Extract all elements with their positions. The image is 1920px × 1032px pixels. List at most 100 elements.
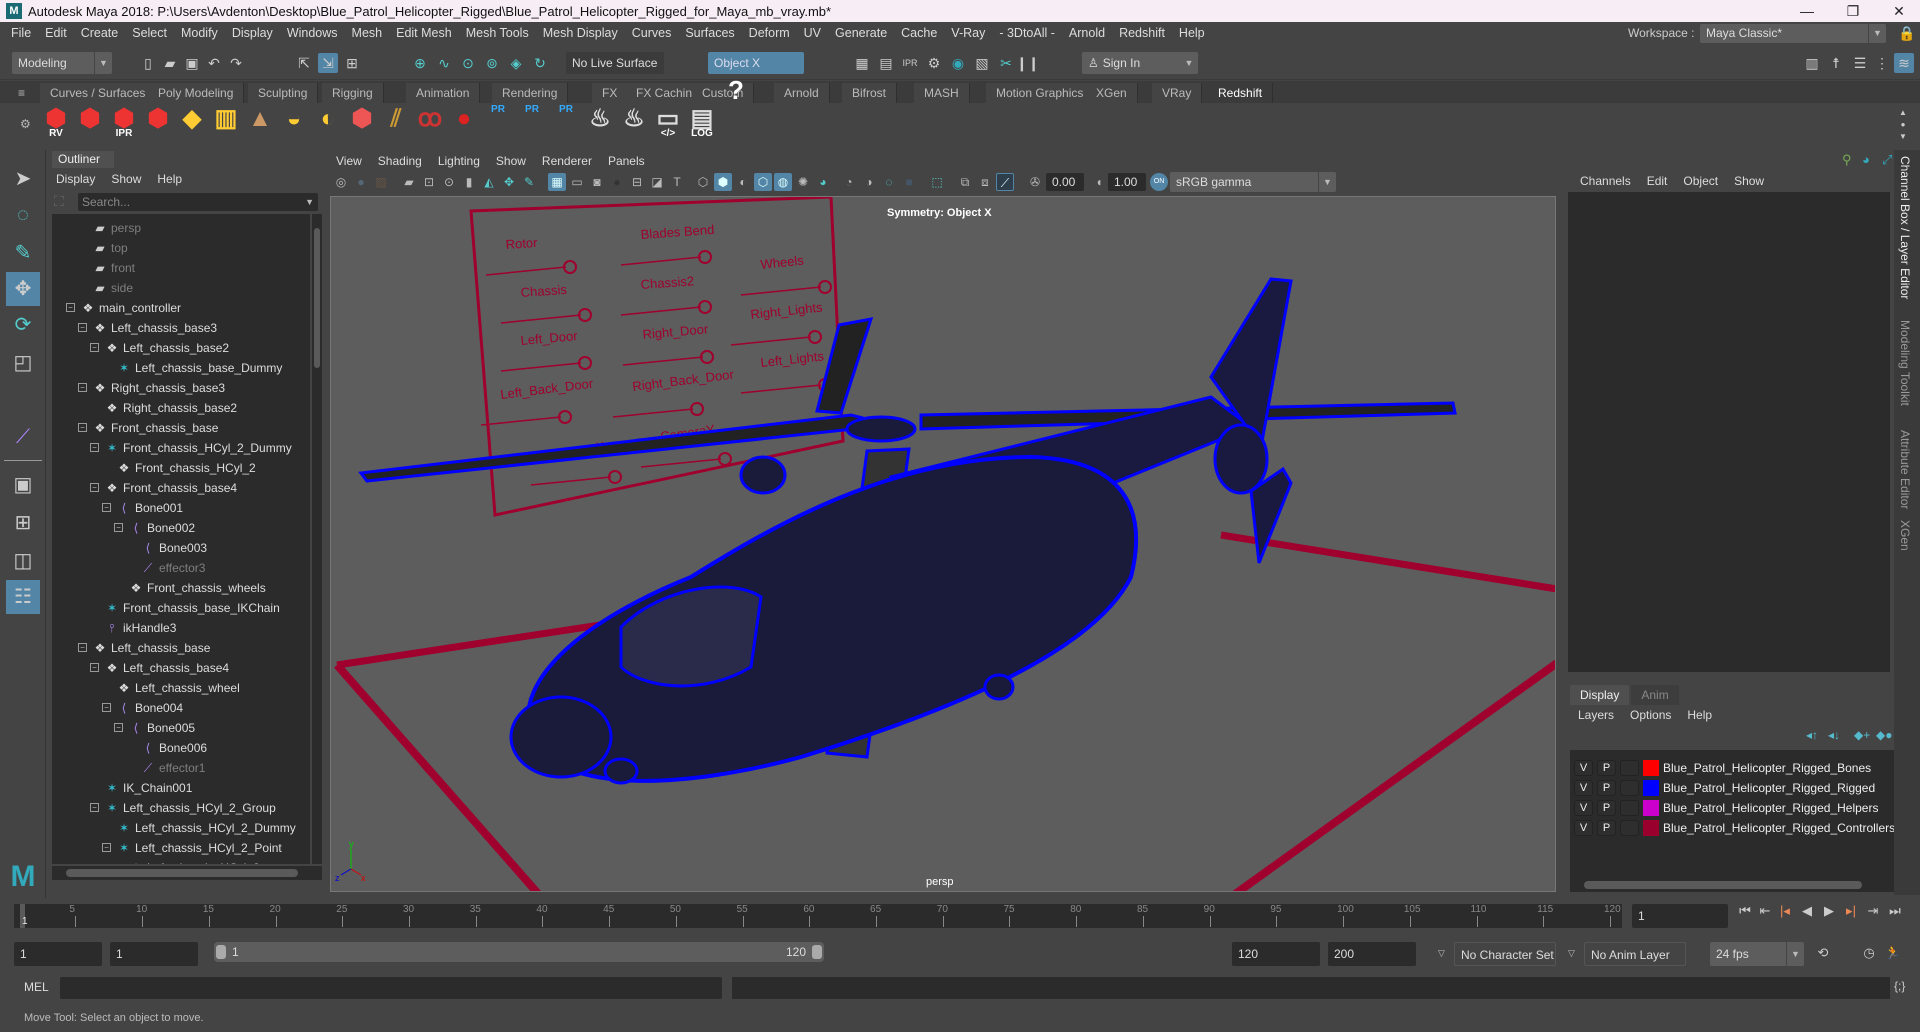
- rs-dome-light-icon[interactable]: ◒: [278, 107, 310, 141]
- menu-file[interactable]: File: [4, 26, 38, 40]
- field-chart-icon[interactable]: ⊟: [628, 173, 646, 191]
- workspace-dropdown[interactable]: Maya Classic* ▼: [1700, 24, 1886, 43]
- viewport-menu-panels[interactable]: Panels: [600, 152, 653, 170]
- outliner-menu-show[interactable]: Show: [103, 170, 149, 188]
- outliner-vertical-scrollbar[interactable]: [312, 214, 322, 864]
- script-editor-icon[interactable]: {;}: [1894, 979, 1905, 993]
- snap-grid-icon[interactable]: ⊕: [410, 53, 430, 73]
- menu-mesh-tools[interactable]: Mesh Tools: [459, 26, 536, 40]
- rs-render-view-icon[interactable]: ⬢ RV: [40, 107, 72, 141]
- redo-icon[interactable]: ↷: [226, 53, 246, 73]
- shelf-tab-sculpting[interactable]: Sculpting: [248, 83, 319, 103]
- menu-cache[interactable]: Cache: [894, 26, 944, 40]
- display-type-toggle[interactable]: [1620, 800, 1639, 816]
- range-slider[interactable]: 1 120: [214, 942, 824, 962]
- ik-handle-tool-icon[interactable]: ⟋: [6, 420, 40, 454]
- rs-cone-light-icon[interactable]: ▲: [244, 107, 276, 141]
- hyper-icon[interactable]: ⤢: [1882, 152, 1892, 168]
- expand-toggle[interactable]: −: [78, 383, 87, 392]
- wireframe-on-shaded-icon[interactable]: ⬡: [754, 173, 772, 191]
- outliner-item[interactable]: ⟨ Bone006: [140, 738, 207, 758]
- layer-name[interactable]: Blue_Patrol_Helicopter_Rigged_Rigged: [1663, 781, 1875, 795]
- hypershade-icon[interactable]: ◉: [948, 53, 968, 73]
- xray-icon[interactable]: ◍: [774, 173, 792, 191]
- outliner-item[interactable]: ⟋ effector1: [140, 758, 206, 778]
- expand-toggle[interactable]: −: [78, 643, 87, 652]
- lighting-editor-icon[interactable]: ✂: [996, 53, 1016, 73]
- new-layer-icon[interactable]: ◆+: [1854, 728, 1870, 742]
- viewport-menu-view[interactable]: View: [328, 152, 370, 170]
- expand-toggle[interactable]: −: [66, 303, 75, 312]
- color-space-dropdown[interactable]: sRGB gamma ▼: [1170, 172, 1336, 192]
- visibility-toggle[interactable]: V: [1574, 760, 1593, 776]
- menu-3dtoall[interactable]: - 3DtoAll -: [992, 26, 1062, 40]
- go-to-end-icon[interactable]: ⏭: [1886, 902, 1904, 920]
- outliner-item[interactable]: ✶ Left_chassis_base_Dummy: [116, 358, 282, 378]
- side-tab-channel-box-layer-editor[interactable]: Channel Box / Layer Editor: [1898, 156, 1912, 299]
- outliner-item[interactable]: ⫯ ikHandle3: [104, 618, 176, 638]
- scroll-thumb[interactable]: [1584, 881, 1862, 889]
- character-set-field[interactable]: No Character Set: [1454, 942, 1556, 966]
- symmetry-dropdown[interactable]: Object X: [708, 52, 804, 74]
- outliner-item[interactable]: ❖ Left_chassis_wheel: [116, 678, 240, 698]
- scroll-thumb[interactable]: [314, 228, 320, 368]
- play-backward-icon[interactable]: ◀: [1798, 902, 1816, 920]
- cake-icon[interactable]: ♨: [618, 107, 650, 141]
- minimize-button[interactable]: —: [1784, 0, 1830, 22]
- expand-toggle[interactable]: −: [90, 443, 99, 452]
- outliner-item[interactable]: ✶ Left_chassis_HCyl_2_Dummy: [116, 818, 296, 838]
- outliner-item[interactable]: ❖ Front_chassis_wheels: [128, 578, 266, 598]
- menu-redshift[interactable]: Redshift: [1112, 26, 1172, 40]
- rs-sprite-icon[interactable]: ꝏ: [414, 107, 446, 141]
- menu-edit[interactable]: Edit: [38, 26, 74, 40]
- shelf-tab-poly-modeling[interactable]: Poly Modeling: [148, 83, 245, 103]
- move-layer-down-icon[interactable]: ◂↓: [1828, 728, 1840, 742]
- outliner-item[interactable]: ❖ Front_chassis_base4: [104, 478, 237, 498]
- layer-color-swatch[interactable]: [1643, 800, 1659, 816]
- viewport-menu-renderer[interactable]: Renderer: [534, 152, 600, 170]
- step-forward-icon[interactable]: ⇥: [1864, 902, 1882, 920]
- outliner-item[interactable]: ❖ Front_chassis_base: [92, 418, 219, 438]
- rs-ipr-icon[interactable]: ⬢ IPR: [108, 107, 140, 141]
- grease-pencil-icon[interactable]: ✎: [520, 173, 538, 191]
- layer-name[interactable]: Blue_Patrol_Helicopter_Rigged_Bones: [1663, 761, 1871, 775]
- maximize-button[interactable]: ❐: [1830, 0, 1876, 22]
- outliner-item[interactable]: ❖ Left_chassis_base2: [104, 338, 229, 358]
- shelf-scrollbar[interactable]: ▲ ● ▼: [1896, 107, 1910, 143]
- menu-arnold[interactable]: Arnold: [1062, 26, 1112, 40]
- timeline-track[interactable]: 1 5 10 15 20 25 30 35 40 45 50 55 60 65 70 75 80 85 90 95 1…: [14, 904, 1622, 928]
- anim-start-field[interactable]: 1: [110, 942, 198, 966]
- menu-uv[interactable]: UV: [797, 26, 828, 40]
- shelf-tab-xgen[interactable]: XGen: [1086, 83, 1138, 103]
- channel-box-icon[interactable]: ≋: [1894, 53, 1914, 73]
- outliner-item[interactable]: ✶ Front_chassis_HCyl_2_Dummy: [104, 438, 292, 458]
- loop-icon[interactable]: ⟲: [1814, 944, 1832, 962]
- animation-preferences-icon[interactable]: 🏃: [1884, 944, 1902, 962]
- outliner-menu-help[interactable]: Help: [149, 170, 190, 188]
- move-tool-icon[interactable]: ✥: [6, 272, 40, 306]
- character-controls-icon[interactable]: ☨: [1826, 53, 1846, 73]
- outliner-item[interactable]: ▰ persp: [92, 218, 141, 238]
- bookmark-icon[interactable]: ▮: [460, 173, 478, 191]
- expand-toggle[interactable]: −: [102, 703, 111, 712]
- wireframe-icon[interactable]: ⬡: [694, 173, 712, 191]
- step-back-key-icon[interactable]: ⇤: [1756, 902, 1774, 920]
- chevron-down-icon[interactable]: ▼: [305, 193, 314, 211]
- cake-stack-icon[interactable]: ♨: [584, 107, 616, 141]
- layer-row[interactable]: V P Blue_Patrol_Helicopter_Rigged_Helpers: [1574, 798, 1878, 818]
- exposure-icon[interactable]: ✇: [1026, 173, 1044, 191]
- open-scene-icon[interactable]: ▰: [160, 53, 180, 73]
- expand-toggle[interactable]: −: [114, 523, 123, 532]
- select-hierarchy-icon[interactable]: ⇱: [294, 53, 314, 73]
- layer-name[interactable]: Blue_Patrol_Helicopter_Rigged_Controller…: [1663, 821, 1895, 835]
- menu-windows[interactable]: Windows: [280, 26, 345, 40]
- chevron-down-icon[interactable]: ▽: [1568, 948, 1575, 959]
- outliner-item[interactable]: ▰ front: [92, 258, 135, 278]
- outliner-item[interactable]: ❖ Left_chassis_base3: [92, 318, 217, 338]
- shelf-menu-icon[interactable]: ≡: [18, 86, 25, 100]
- outliner-item[interactable]: ▰ side: [92, 278, 133, 298]
- display-type-toggle[interactable]: [1620, 760, 1639, 776]
- pr-export-icon[interactable]: PR: [516, 105, 548, 141]
- outliner-item[interactable]: ✶ Left_chassis_HCyl_2_Point: [116, 838, 282, 858]
- shadows-icon[interactable]: ◕: [814, 173, 832, 191]
